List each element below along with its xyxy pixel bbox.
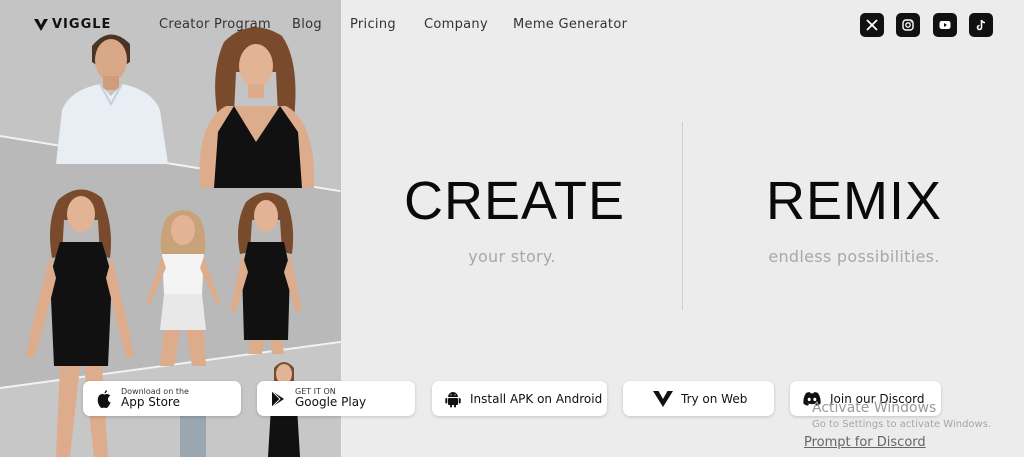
model-photo-woman-white-outfit [146, 210, 220, 366]
x-social-button[interactable] [860, 13, 884, 37]
try-on-web-button[interactable]: Try on Web [623, 381, 774, 416]
install-apk-label: Install APK on Android [470, 391, 603, 406]
youtube-icon [939, 21, 951, 29]
hero-subtitle-remix: endless possibilities. [768, 247, 940, 266]
google-play-label: Google Play [295, 395, 367, 410]
install-apk-button[interactable]: Install APK on Android [432, 381, 607, 416]
hero-subtitle-create: your story. [468, 247, 556, 266]
youtube-social-button[interactable] [933, 13, 957, 37]
os-activation-watermark-title: Activate Windows [812, 400, 937, 416]
instagram-icon [902, 19, 914, 31]
app-store-label: App Store [121, 395, 180, 410]
instagram-social-button[interactable] [896, 13, 920, 37]
model-photo-man [56, 34, 168, 164]
model-photo-woman-black-top [199, 27, 315, 188]
app-store-button[interactable]: Download on the App Store [83, 381, 241, 416]
try-on-web-label: Try on Web [681, 391, 748, 406]
google-play-button[interactable]: GET IT ON Google Play [257, 381, 415, 416]
prompt-for-discord-link[interactable]: Prompt for Discord [804, 435, 926, 450]
hero-title-create: CREATE [404, 171, 626, 231]
nav-item-pricing[interactable]: Pricing [350, 17, 396, 32]
model-photo-woman-black-dress [26, 189, 134, 457]
nav-item-meme-generator[interactable]: Meme Generator [513, 17, 627, 32]
viggle-logo-icon [34, 18, 48, 31]
tiktok-icon [976, 19, 986, 31]
tiktok-social-button[interactable] [969, 13, 993, 37]
android-icon [445, 391, 461, 407]
nav-item-company[interactable]: Company [424, 17, 488, 32]
os-activation-watermark-text: Go to Settings to activate Windows. [812, 419, 992, 430]
hero-title-remix: REMIX [765, 171, 943, 231]
nav-item-blog[interactable]: Blog [292, 17, 322, 32]
brand-name: VIGGLE [52, 17, 112, 32]
google-play-icon [271, 390, 284, 407]
brand-logo[interactable]: VIGGLE [34, 17, 111, 32]
viggle-logo-icon [653, 390, 673, 407]
hero-divider [682, 122, 683, 310]
apple-icon [97, 389, 111, 408]
model-photo-woman-black-dress-2 [230, 192, 302, 354]
nav-item-creator-program[interactable]: Creator Program [159, 17, 271, 32]
x-icon [866, 19, 878, 31]
